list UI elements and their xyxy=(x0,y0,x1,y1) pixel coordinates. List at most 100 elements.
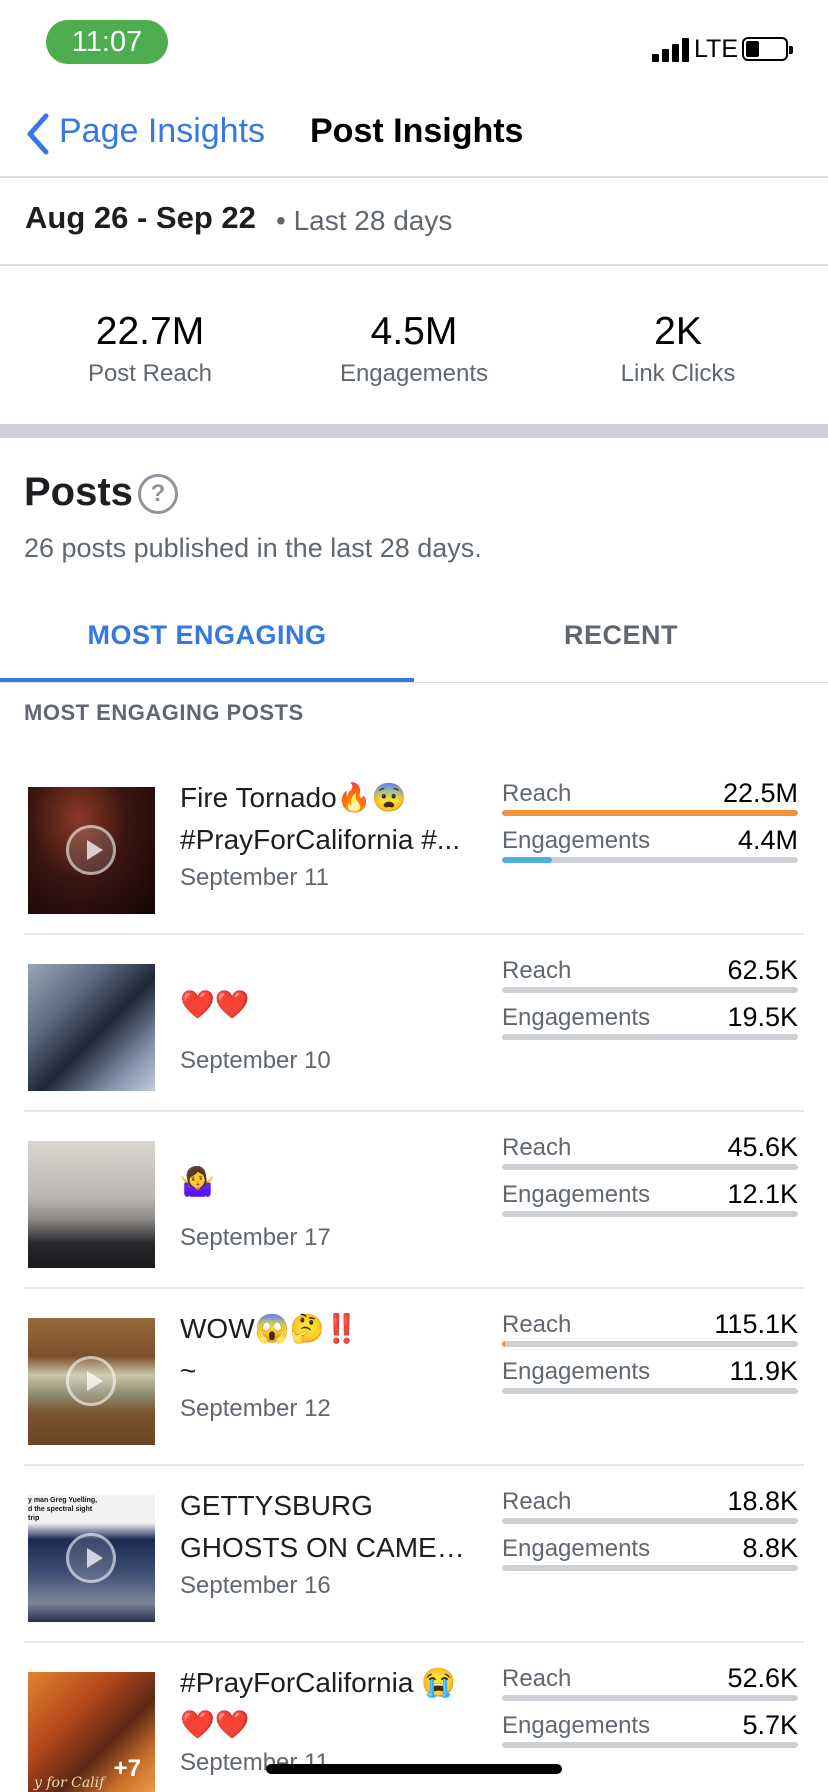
signal-strength-icon xyxy=(652,38,690,62)
reach-bar xyxy=(502,1341,798,1347)
post-row[interactable]: 🤷‍♀️ September 17 Reach 45.6K Engagements 12.… xyxy=(0,1112,828,1289)
post-caption: GETTYSBURG xyxy=(180,1490,373,1521)
reach-bar-fill xyxy=(502,810,798,816)
network-type: LTE xyxy=(694,35,738,63)
post-row[interactable]: WOW😱🤔‼️ ~ September 12 Reach 115.1K Engagemen… xyxy=(0,1289,828,1466)
tab-most-engaging[interactable]: MOST ENGAGING xyxy=(0,620,414,651)
more-photos-count: +7 xyxy=(113,1755,141,1782)
engagements-label: Engagements xyxy=(502,1004,651,1031)
engagements-bar xyxy=(502,857,798,863)
post-date: September 10 xyxy=(180,1047,331,1074)
post-caption: GHOSTS ON CAMER... xyxy=(180,1532,470,1563)
reach-bar xyxy=(502,987,798,993)
post-row[interactable]: Fire Tornado🔥😨 #PrayForCalifornia #... Sep… xyxy=(0,758,828,935)
reach-bar xyxy=(502,810,798,816)
post-date: September 17 xyxy=(180,1224,331,1251)
engagements-value: 5.7K xyxy=(742,1710,798,1740)
stat-label: Engagements xyxy=(339,360,489,387)
reach-value: 115.1K xyxy=(714,1309,798,1339)
status-time[interactable]: 11:07 xyxy=(46,20,168,64)
post-caption: #PrayForCalifornia 😭 xyxy=(180,1667,457,1698)
thumbnail-overlay-text: y for Calif xyxy=(34,1775,105,1791)
chevron-left-icon[interactable] xyxy=(24,112,54,156)
reach-label: Reach xyxy=(502,1488,572,1515)
engagements-label: Engagements xyxy=(502,1535,651,1562)
page-title: Post Insights xyxy=(310,112,524,150)
post-caption: WOW😱🤔‼️ xyxy=(180,1313,360,1344)
date-period-label: Last 28 days xyxy=(293,205,453,236)
date-separator: • xyxy=(276,205,286,236)
reach-label: Reach xyxy=(502,957,572,984)
engagements-bar xyxy=(502,1742,798,1748)
pot-on-stove-thumbnail[interactable] xyxy=(28,1141,155,1268)
reach-bar-fill xyxy=(502,1341,505,1347)
engagements-bar xyxy=(502,1034,798,1040)
post-row[interactable]: y man Greg Yuelling, d the spectral sight… xyxy=(0,1466,828,1643)
reach-value: 52.6K xyxy=(727,1663,798,1693)
night-road-thumbnail[interactable]: y man Greg Yuelling, d the spectral sight… xyxy=(28,1495,155,1622)
help-icon[interactable]: ? xyxy=(138,474,178,514)
stat-value: 22.7M xyxy=(95,310,205,353)
engagements-value: 11.9K xyxy=(729,1356,798,1386)
engagements-bar xyxy=(502,1211,798,1217)
engagements-label: Engagements xyxy=(502,1181,651,1208)
ice-water-thumbnail[interactable] xyxy=(28,964,155,1091)
date-range[interactable]: Aug 26 - Sep 22 xyxy=(25,200,256,236)
stat-engagements[interactable]: 4.5M Engagements xyxy=(276,310,552,388)
play-icon xyxy=(66,1533,116,1583)
reach-bar xyxy=(502,1164,798,1170)
post-date: September 12 xyxy=(180,1395,331,1422)
post-caption: ❤️❤️ xyxy=(180,1709,250,1740)
post-caption: ~ xyxy=(180,1355,197,1386)
engagements-value: 4.4M xyxy=(737,825,798,855)
navigation-bar: Page Insights Post Insights xyxy=(0,90,828,176)
tab-recent[interactable]: RECENT xyxy=(414,620,828,651)
reach-value: 22.5M xyxy=(722,778,798,808)
list-section-label: MOST ENGAGING POSTS xyxy=(24,700,304,725)
engagements-value: 8.8K xyxy=(742,1533,798,1563)
reach-label: Reach xyxy=(502,780,572,807)
fire-tornado-thumbnail[interactable] xyxy=(28,787,155,914)
reach-label: Reach xyxy=(502,1665,572,1692)
engagements-value: 12.1K xyxy=(727,1179,798,1209)
stat-label: Post Reach xyxy=(87,360,213,387)
divider xyxy=(0,682,828,683)
post-row[interactable]: ❤️❤️ September 10 Reach 62.5K Engagements 19.… xyxy=(0,935,828,1112)
status-bar: 11:07 LTE xyxy=(0,0,828,90)
section-separator xyxy=(0,424,828,438)
engagements-bar xyxy=(502,1565,798,1571)
wildfire-collage-thumbnail[interactable]: y for Calif +7 xyxy=(28,1672,155,1792)
stat-value: 4.5M xyxy=(370,310,458,353)
posts-summary: 26 posts published in the last 28 days. xyxy=(24,533,482,563)
reach-value: 62.5K xyxy=(727,955,798,985)
engagements-value: 19.5K xyxy=(727,1002,798,1032)
play-icon xyxy=(66,1356,116,1406)
engagements-bar xyxy=(502,1388,798,1394)
engagements-bar-fill xyxy=(502,857,553,863)
divider xyxy=(0,176,828,178)
post-caption: #PrayForCalifornia #... xyxy=(180,824,461,855)
stat-post-reach[interactable]: 22.7M Post Reach xyxy=(12,310,288,388)
stat-label: Link Clicks xyxy=(620,360,736,387)
stat-link-clicks[interactable]: 2K Link Clicks xyxy=(540,310,816,388)
engagements-label: Engagements xyxy=(502,827,651,854)
post-date: September 11 xyxy=(180,864,329,891)
reach-bar xyxy=(502,1695,798,1701)
post-date: September 16 xyxy=(180,1572,331,1599)
dollar-bill-thumbnail[interactable] xyxy=(28,1318,155,1445)
reach-label: Reach xyxy=(502,1134,572,1161)
thumbnail-overlay-text: y man Greg Yuelling, d the spectral sight… xyxy=(28,1497,98,1522)
reach-label: Reach xyxy=(502,1311,572,1338)
divider xyxy=(0,264,828,266)
post-caption: ❤️❤️ xyxy=(180,989,250,1020)
reach-bar xyxy=(502,1518,798,1524)
posts-section-title: Posts xyxy=(24,470,133,514)
post-caption: Fire Tornado🔥😨 xyxy=(180,782,407,813)
engagements-label: Engagements xyxy=(502,1358,651,1385)
post-caption: 🤷‍♀️ xyxy=(180,1166,215,1197)
stat-value: 2K xyxy=(654,310,702,353)
back-button[interactable]: Page Insights xyxy=(59,112,265,151)
date-period: • Last 28 days xyxy=(276,205,452,237)
home-indicator[interactable] xyxy=(266,1764,562,1774)
engagements-label: Engagements xyxy=(502,1712,651,1739)
